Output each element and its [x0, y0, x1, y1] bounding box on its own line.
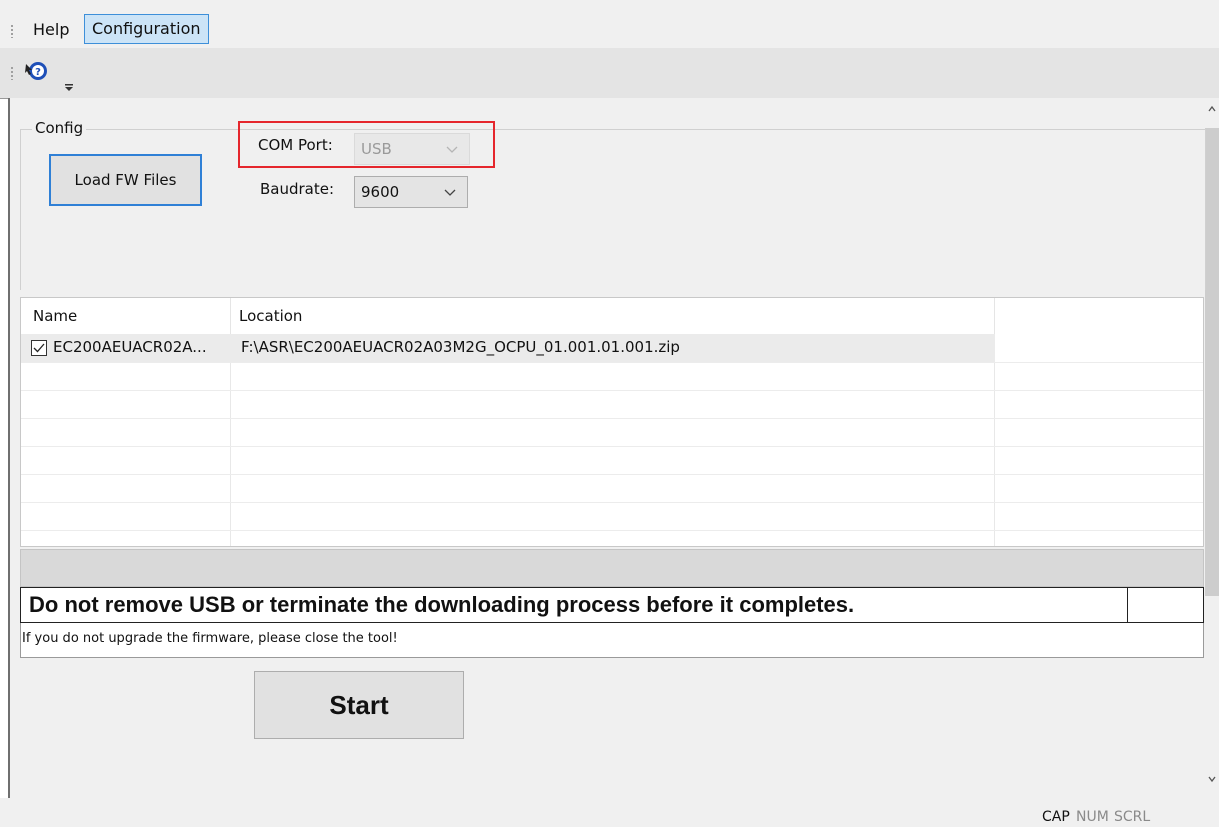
load-fw-files-button[interactable]: Load FW Files	[49, 154, 202, 206]
num-lock-indicator: NUM	[1076, 809, 1109, 825]
table-row[interactable]	[21, 418, 1203, 447]
list-header: Name Location	[21, 298, 995, 335]
menu-configuration[interactable]: Configuration	[84, 14, 209, 44]
toolbar	[0, 48, 1219, 99]
scrollbar-thumb[interactable]	[1205, 128, 1219, 596]
baudrate-select[interactable]: 9600	[354, 176, 468, 208]
scroll-lock-indicator: SCRL	[1114, 809, 1151, 825]
status-bar	[0, 798, 1219, 827]
file-location: F:\ASR\EC200AEUACR02A03M2G_OCPU_01.001.0…	[241, 338, 680, 356]
firmware-file-list[interactable]: Name Location EC200AEUACR02A... F:\ASR\E…	[20, 297, 1204, 547]
caps-lock-indicator: CAP	[1042, 809, 1070, 825]
column-header-name[interactable]: Name	[33, 307, 77, 325]
chevron-down-icon	[444, 189, 456, 196]
start-button[interactable]: Start	[254, 671, 464, 739]
com-port-highlight	[238, 121, 495, 168]
warning-message-bar: Do not remove USB or terminate the downl…	[20, 587, 1204, 623]
scroll-up-icon[interactable]	[1206, 100, 1218, 118]
header-divider[interactable]	[230, 298, 231, 334]
table-row[interactable]	[21, 446, 1203, 475]
checkmark-icon	[33, 343, 45, 353]
table-row[interactable]	[21, 362, 1203, 391]
table-row[interactable]	[21, 390, 1203, 419]
toolbar-grip	[10, 66, 14, 80]
info-text: If you do not upgrade the firmware, plea…	[22, 631, 398, 646]
table-row[interactable]	[21, 502, 1203, 531]
toolbar-overflow-icon[interactable]	[63, 83, 75, 93]
file-name: EC200AEUACR02A...	[53, 338, 207, 356]
row-checkbox[interactable]	[31, 340, 47, 356]
warning-divider	[1127, 588, 1128, 622]
column-header-location[interactable]: Location	[239, 307, 302, 325]
table-row[interactable]: EC200AEUACR02A... F:\ASR\EC200AEUACR02A0…	[21, 334, 1203, 363]
table-row[interactable]	[21, 474, 1203, 503]
config-group-label: Config	[32, 119, 87, 137]
warning-text: Do not remove USB or terminate the downl…	[29, 592, 855, 617]
baudrate-value: 9600	[361, 183, 400, 201]
menu-help[interactable]: Help	[26, 16, 76, 44]
help-pointer-icon[interactable]: ?	[24, 60, 50, 82]
info-message-bar: If you do not upgrade the firmware, plea…	[20, 623, 1204, 658]
baudrate-label: Baudrate:	[260, 180, 335, 198]
header-divider[interactable]	[994, 298, 995, 334]
menubar-grip	[10, 24, 14, 38]
scroll-down-icon[interactable]	[1206, 770, 1218, 788]
download-progress-bar	[20, 549, 1204, 587]
svg-text:?: ?	[35, 67, 41, 78]
